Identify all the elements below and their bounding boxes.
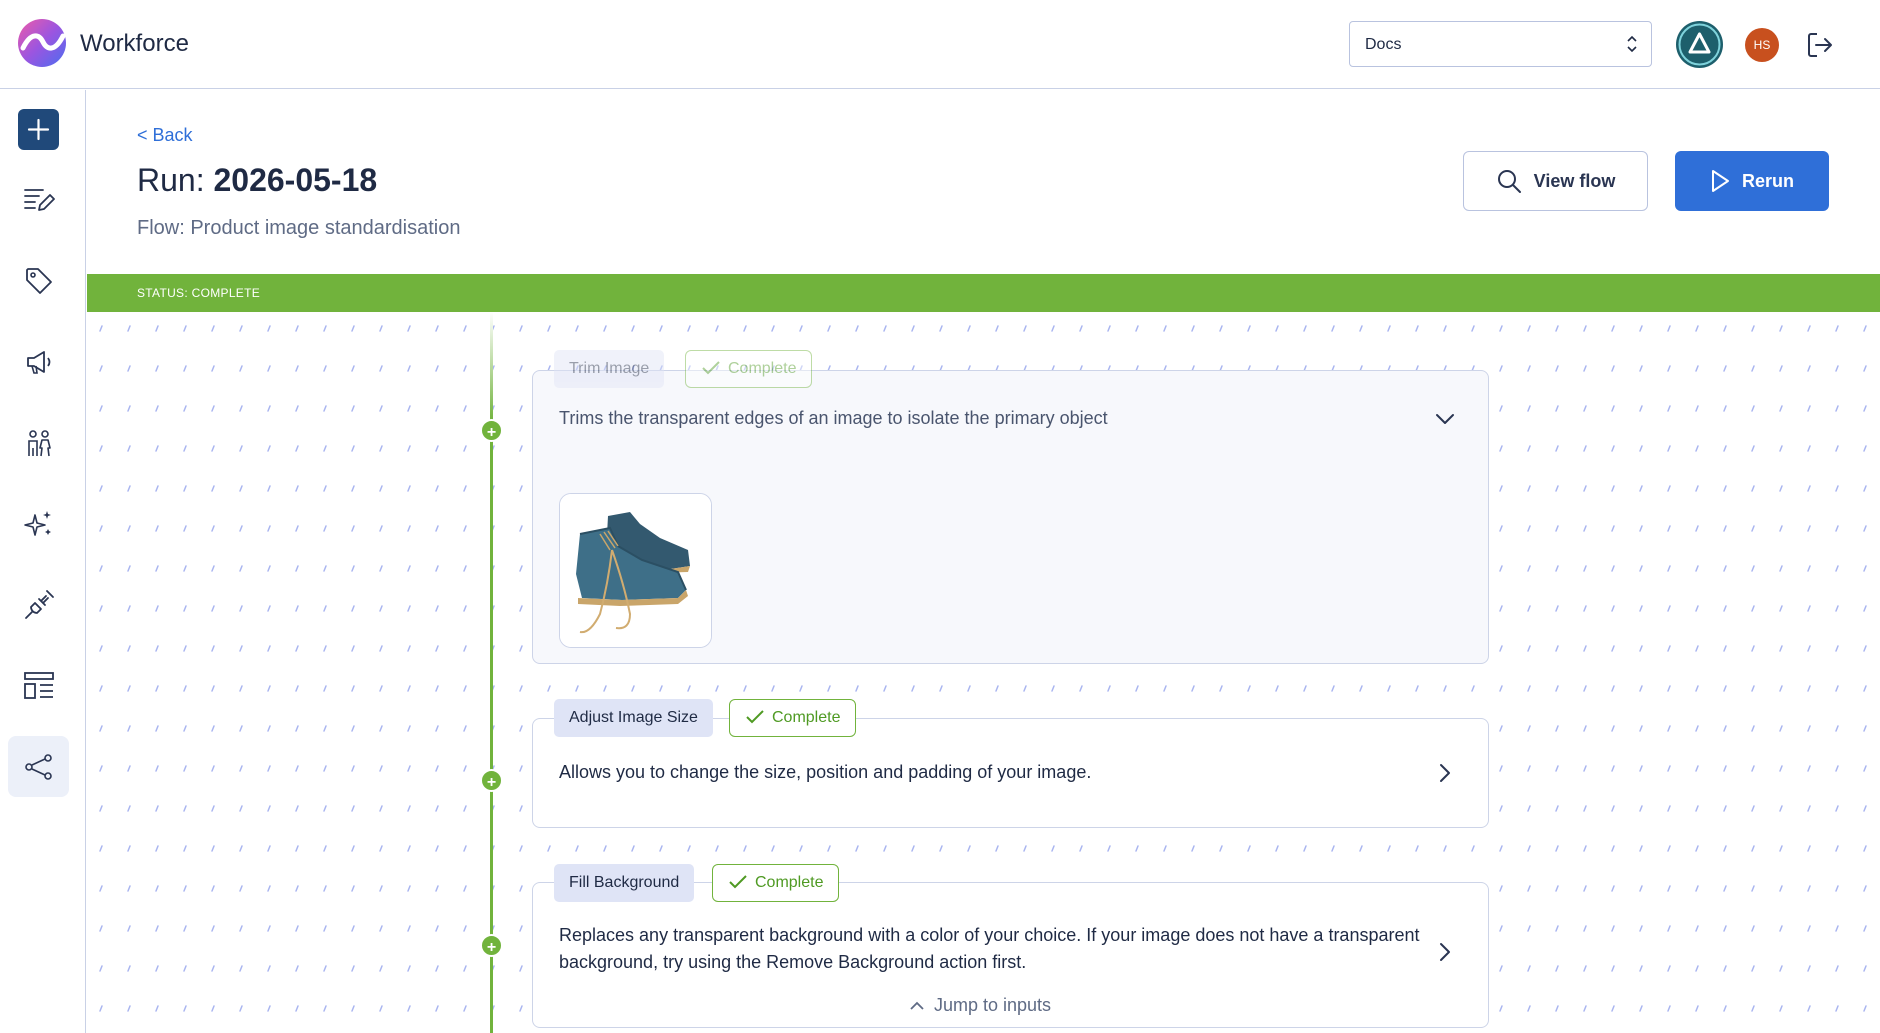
user-avatar[interactable]: HS xyxy=(1745,28,1779,62)
jump-to-inputs-label: Jump to inputs xyxy=(934,995,1052,1015)
check-icon xyxy=(746,710,764,724)
sidebar-item-ai[interactable] xyxy=(8,493,69,554)
org-select[interactable]: Docs xyxy=(1349,21,1652,67)
step-status-badge: Complete xyxy=(729,699,857,737)
main-content: < Back Run: 2026-05-18 Flow: Product ima… xyxy=(87,90,1880,1033)
step-status-label: Complete xyxy=(772,709,841,726)
rerun-button[interactable]: Rerun xyxy=(1675,151,1829,211)
logout-icon[interactable] xyxy=(1805,30,1835,60)
play-icon xyxy=(1711,170,1729,192)
run-date: 2026-05-18 xyxy=(213,162,378,198)
edit-list-icon xyxy=(23,188,55,211)
flow-name: Flow: Product image standardisation xyxy=(137,217,461,239)
status-text: STATUS: COMPLETE xyxy=(137,286,261,300)
plus-icon xyxy=(27,118,50,141)
check-icon xyxy=(702,361,720,375)
step-name-badge: Adjust Image Size xyxy=(554,699,713,737)
step-description: Allows you to change the size, position … xyxy=(559,762,1092,782)
boot-image xyxy=(560,494,711,647)
sidebar-item-integrations[interactable] xyxy=(8,574,69,635)
status-bar: STATUS: COMPLETE xyxy=(87,274,1880,312)
sidebar-item-new[interactable] xyxy=(18,109,59,150)
chevron-updown-icon xyxy=(1627,35,1637,53)
timeline-node: + xyxy=(480,419,503,442)
step-status-label: Complete xyxy=(728,360,797,377)
sparkles-icon xyxy=(23,510,51,536)
page-title: Run: 2026-05-18 xyxy=(137,162,377,199)
sidebar-item-campaigns[interactable] xyxy=(8,331,69,392)
sidebar-item-content[interactable] xyxy=(8,169,69,230)
timeline-node: + xyxy=(480,769,503,792)
run-title-prefix: Run: xyxy=(137,162,214,198)
step-name-badge: Trim Image xyxy=(554,350,665,388)
tag-icon xyxy=(25,267,52,294)
sidebar-item-tags[interactable] xyxy=(8,250,69,311)
jump-to-inputs-link[interactable]: Jump to inputs xyxy=(910,995,1051,1016)
check-icon xyxy=(729,875,747,889)
step-card-trim-image[interactable]: Trims the transparent edges of an image … xyxy=(532,370,1489,664)
sidebar xyxy=(0,90,86,1033)
output-thumbnail[interactable] xyxy=(559,493,712,648)
back-link[interactable]: < Back xyxy=(137,125,193,146)
timeline-node: + xyxy=(480,934,503,957)
plug-icon xyxy=(24,589,54,619)
app-badge-icon[interactable] xyxy=(1676,21,1723,68)
step-description: Trims the transparent edges of an image … xyxy=(559,408,1108,428)
people-icon xyxy=(27,429,51,456)
chevron-down-icon[interactable] xyxy=(1434,408,1456,430)
step-status-badge: Complete xyxy=(712,864,840,902)
workforce-logo[interactable] xyxy=(17,18,67,68)
sidebar-item-people[interactable] xyxy=(8,412,69,473)
step-status-label: Complete xyxy=(755,874,824,891)
org-select-value: Docs xyxy=(1365,36,1402,53)
layout-icon xyxy=(23,671,54,699)
chevron-right-icon[interactable] xyxy=(1434,762,1456,784)
brand-name: Workforce xyxy=(80,30,189,57)
top-bar: Workforce Docs HS xyxy=(0,0,1880,89)
step-status-badge: Complete xyxy=(685,350,813,388)
megaphone-icon xyxy=(26,350,50,374)
view-flow-button[interactable]: View flow xyxy=(1463,151,1648,211)
chevron-right-icon[interactable] xyxy=(1434,941,1456,963)
step-name-badge: Fill Background xyxy=(554,864,695,902)
view-flow-label: View flow xyxy=(1533,170,1616,191)
step-description: Replaces any transparent background with… xyxy=(559,925,1420,972)
flow-icon xyxy=(24,753,52,780)
sidebar-item-templates[interactable] xyxy=(8,655,69,716)
rerun-label: Rerun xyxy=(1741,170,1794,191)
sidebar-item-flows[interactable] xyxy=(8,736,69,797)
chevron-up-icon xyxy=(910,1001,924,1010)
search-icon xyxy=(1497,170,1521,193)
